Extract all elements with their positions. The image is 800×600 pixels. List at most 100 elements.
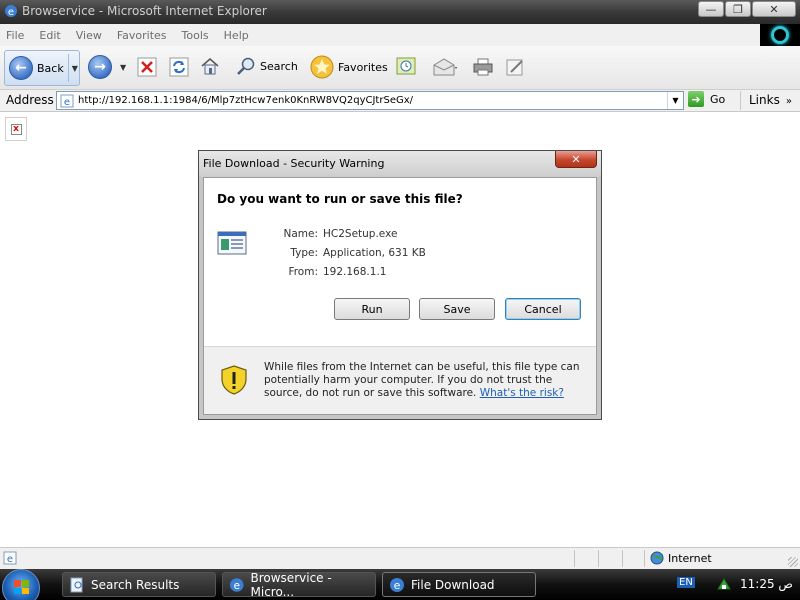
save-button[interactable]: Save	[419, 298, 495, 320]
back-button[interactable]: ← Back ▼	[4, 50, 80, 86]
status-divider	[644, 550, 645, 567]
window-title-bar[interactable]: e Browservice - Microsoft Internet Explo…	[0, 0, 800, 24]
taskbar-item-label: Browservice - Micro...	[250, 570, 332, 599]
restore-button[interactable]: ❐	[725, 1, 751, 17]
windows-flag-icon	[14, 580, 29, 594]
search-results-icon	[70, 577, 83, 592]
menu-file[interactable]: File	[6, 29, 24, 42]
type-value: Application, 631 KB	[323, 247, 426, 259]
links-button[interactable]: Links »	[740, 91, 798, 110]
menu-help[interactable]: Help	[224, 29, 249, 42]
name-label: Name:	[283, 228, 318, 240]
from-label: From:	[288, 266, 318, 278]
print-icon	[473, 58, 493, 76]
menu-bar: File Edit View Favorites Tools Help	[0, 24, 760, 46]
zone-label: Internet	[668, 551, 712, 565]
forward-button[interactable]: → ▼	[88, 55, 126, 79]
status-divider	[598, 550, 599, 567]
warning-text-block: While files from the Internet can be use…	[264, 361, 589, 400]
go-arrow-icon: ➜	[688, 91, 704, 107]
address-url: http://192.168.1.1:1984/6/Mlp7ztHcw7enk0…	[78, 95, 414, 106]
taskbar-item-search-results[interactable]: Search Results	[62, 572, 216, 597]
type-label: Type:	[290, 247, 318, 259]
minimize-button[interactable]: —	[698, 1, 724, 17]
address-bar: Address e http://192.168.1.1:1984/6/Mlp7…	[0, 90, 800, 112]
print-button[interactable]	[473, 57, 493, 77]
risk-link[interactable]: What's the risk?	[480, 387, 564, 399]
history-button[interactable]	[396, 56, 416, 76]
security-zone[interactable]: Internet	[650, 551, 712, 565]
status-divider	[574, 550, 575, 567]
language-indicator[interactable]: EN	[677, 577, 695, 588]
go-label: Go	[710, 92, 726, 106]
stop-button[interactable]	[137, 57, 157, 77]
dialog-title-bar[interactable]: File Download - Security Warning ✕	[199, 151, 601, 177]
taskbar-item-file-download[interactable]: e File Download	[382, 572, 536, 597]
stop-icon	[137, 57, 157, 77]
globe-icon	[650, 551, 664, 565]
menu-view[interactable]: View	[76, 29, 102, 42]
svg-text:e: e	[64, 97, 70, 108]
search-label: Search	[260, 59, 298, 73]
favorites-star-icon	[310, 55, 334, 79]
refresh-icon	[169, 57, 189, 77]
menu-favorites[interactable]: Favorites	[117, 29, 167, 42]
file-exe-icon	[217, 231, 247, 255]
window-title: Browservice - Microsoft Internet Explore…	[22, 4, 267, 18]
menu-edit[interactable]: Edit	[39, 29, 60, 42]
svg-text:e: e	[7, 554, 13, 565]
links-label: Links	[749, 93, 780, 107]
go-button[interactable]: ➜ Go	[688, 91, 725, 107]
forward-arrow-icon: →	[88, 55, 112, 79]
address-dropdown-icon[interactable]: ▼	[667, 92, 683, 109]
cancel-button[interactable]: Cancel	[505, 298, 581, 320]
activity-throbber	[760, 24, 800, 46]
security-warning-area: While files from the Internet can be use…	[204, 346, 596, 414]
dialog-title: File Download - Security Warning	[203, 157, 385, 170]
ie-icon: e	[229, 577, 244, 591]
search-icon	[237, 57, 255, 75]
status-divider	[622, 550, 623, 567]
clock[interactable]: 11:25 ص	[740, 577, 793, 591]
caption-buttons: — ❐ ✕	[697, 1, 796, 17]
taskbar-item-label: File Download	[411, 577, 495, 592]
taskbar-item-browservice[interactable]: e Browservice - Micro...	[222, 570, 376, 599]
ie-icon: e	[5, 5, 17, 18]
search-button[interactable]: Search	[236, 56, 298, 76]
menu-tools[interactable]: Tools	[182, 29, 209, 42]
standard-toolbar: ← Back ▼ → ▼ Search Favorites	[0, 46, 800, 90]
svg-text:e: e	[394, 579, 401, 592]
back-split-divider	[67, 54, 69, 82]
dialog-close-button[interactable]: ✕	[555, 151, 597, 168]
refresh-button[interactable]	[169, 57, 189, 77]
throbber-ring-icon	[771, 26, 789, 44]
file-download-dialog: File Download - Security Warning ✕ Do yo…	[198, 150, 602, 420]
broken-image-icon: x	[5, 117, 27, 141]
home-button[interactable]	[200, 56, 220, 76]
svg-text:e: e	[8, 7, 14, 18]
page-status-icon: e	[3, 551, 17, 565]
run-button[interactable]: Run	[334, 298, 410, 320]
start-button[interactable]	[2, 569, 40, 600]
close-button[interactable]: ✕	[752, 1, 796, 17]
favorites-button[interactable]: Favorites	[310, 55, 388, 79]
back-dropdown-icon[interactable]: ▼	[72, 64, 78, 73]
resize-grip[interactable]	[788, 557, 798, 567]
shield-warning-icon	[221, 365, 247, 395]
edit-button[interactable]	[505, 57, 525, 77]
forward-dropdown-icon[interactable]: ▼	[120, 63, 126, 72]
address-label: Address	[6, 93, 54, 107]
taskbar-item-label: Search Results	[91, 577, 180, 592]
dialog-question: Do you want to run or save this file?	[217, 192, 463, 206]
dialog-body: Do you want to run or save this file? Na…	[203, 177, 597, 415]
back-label: Back	[37, 61, 64, 75]
home-icon	[201, 58, 219, 75]
mail-button[interactable]	[432, 57, 458, 77]
network-tray-icon[interactable]	[716, 577, 732, 591]
links-chevron-icon: »	[785, 96, 792, 107]
address-input[interactable]: e http://192.168.1.1:1984/6/Mlp7ztHcw7en…	[56, 91, 684, 110]
back-arrow-icon: ←	[9, 56, 33, 80]
history-icon	[396, 57, 416, 75]
from-value: 192.168.1.1	[323, 266, 387, 278]
ie-icon: e	[390, 577, 404, 592]
